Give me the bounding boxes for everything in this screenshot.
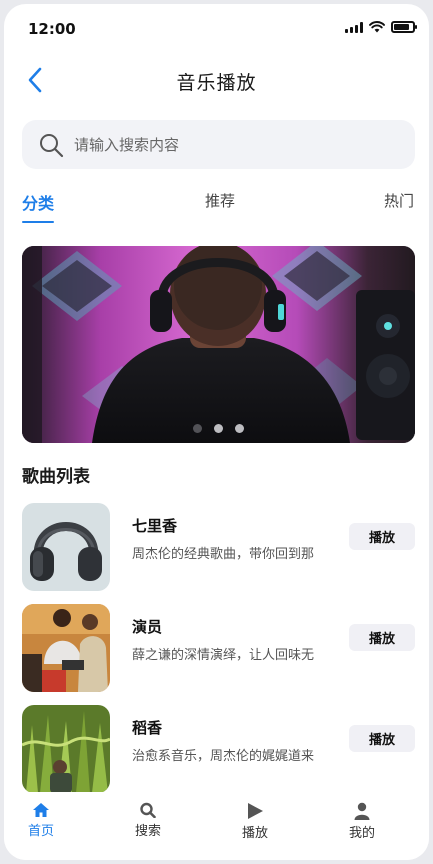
status-icons — [345, 21, 417, 33]
nav-label: 我的 — [348, 826, 375, 841]
carousel-dot[interactable] — [214, 424, 223, 433]
song-description: 薛之谦的深情演绎，让人回味无 — [132, 648, 315, 663]
performers-image — [22, 604, 110, 692]
banner-image — [22, 246, 415, 443]
nav-label: 首页 — [27, 824, 54, 839]
nav-label: 播放 — [241, 826, 268, 841]
category-tabs: 分类 推荐 热门 — [4, 190, 429, 224]
nav-search[interactable]: 搜索 — [118, 802, 178, 839]
status-bar: 12:00 — [4, 4, 429, 52]
song-cover — [22, 503, 110, 591]
play-button[interactable]: 播放 — [349, 725, 415, 752]
nav-play[interactable]: 播放 — [225, 802, 285, 841]
list-item[interactable]: 七里香 周杰伦的经典歌曲，带你回到那 播放 — [22, 503, 415, 591]
section-title: 歌曲列表 — [22, 467, 90, 487]
play-icon — [248, 803, 263, 819]
carousel-dot[interactable] — [235, 424, 244, 433]
search-icon — [40, 133, 64, 157]
cornfield-image — [22, 705, 110, 793]
carousel-dots — [22, 424, 415, 433]
play-button[interactable]: 播放 — [349, 624, 415, 651]
carousel-dot[interactable] — [193, 424, 202, 433]
nav-home[interactable]: 首页 — [11, 802, 71, 839]
tab-recommended[interactable]: 推荐 — [205, 190, 235, 211]
tab-popular[interactable]: 热门 — [384, 190, 414, 211]
user-icon — [354, 802, 370, 820]
song-description: 治愈系音乐，周杰伦的娓娓道来 — [132, 749, 315, 764]
status-time: 12:00 — [28, 20, 76, 38]
search-input[interactable] — [74, 135, 374, 154]
list-item[interactable]: 演员 薛之谦的深情演绎，让人回味无 播放 — [22, 604, 415, 692]
search-bar[interactable] — [22, 120, 415, 169]
list-item[interactable]: 稻香 治愈系音乐，周杰伦的娓娓道来 播放 — [22, 705, 415, 793]
headphones-image — [22, 503, 110, 591]
play-button[interactable]: 播放 — [349, 523, 415, 550]
song-cover — [22, 705, 110, 793]
signal-icon — [345, 21, 363, 33]
nav-profile[interactable]: 我的 — [332, 802, 392, 841]
page-title: 音乐播放 — [176, 72, 257, 94]
bottom-nav: 首页 搜索 播放 我的 — [4, 792, 429, 860]
banner-carousel[interactable] — [22, 246, 415, 443]
search-icon — [140, 802, 156, 818]
tab-category[interactable]: 分类 — [22, 190, 55, 223]
song-title: 七里香 — [132, 517, 178, 535]
song-title: 稻香 — [132, 719, 163, 737]
song-cover — [22, 604, 110, 692]
song-title: 演员 — [132, 618, 163, 636]
wifi-icon — [369, 21, 385, 33]
song-description: 周杰伦的经典歌曲，带你回到那 — [132, 547, 315, 562]
nav-label: 搜索 — [134, 824, 161, 839]
phone-screen: 12:00 音乐播放 分类 推荐 热门 — [4, 4, 429, 860]
battery-icon — [391, 21, 417, 33]
home-icon — [33, 803, 49, 817]
